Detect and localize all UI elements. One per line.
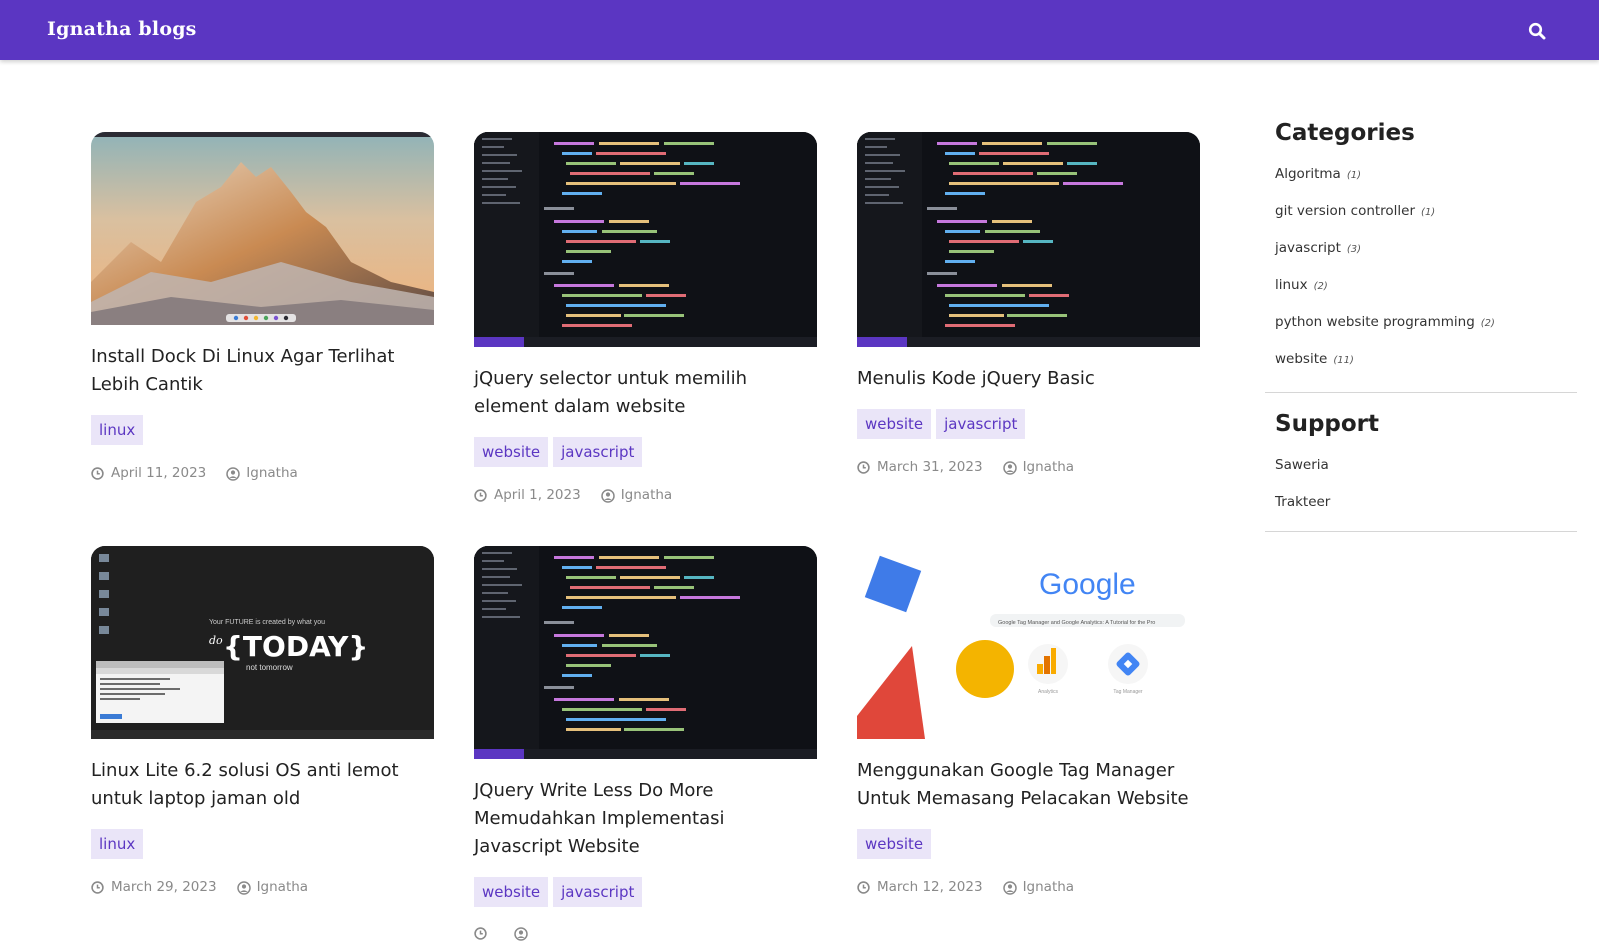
post-author[interactable]: Ignatha xyxy=(257,879,309,895)
post-thumbnail[interactable] xyxy=(474,546,817,759)
thumb-text-today: {TODAY} xyxy=(223,630,368,663)
tag-website[interactable]: website xyxy=(857,409,932,439)
post-title[interactable]: Menggunakan Google Tag Manager Untuk Mem… xyxy=(857,757,1200,813)
tag-javascript[interactable]: javascript xyxy=(553,877,643,907)
sidebar: Categories Algoritma (1) git version cont… xyxy=(1265,120,1577,532)
category-item-website[interactable]: website (11) xyxy=(1275,351,1577,388)
category-count: (1) xyxy=(1346,170,1362,181)
support-link-trakteer[interactable]: Trakteer xyxy=(1275,494,1577,531)
site-brand[interactable]: Ignatha blogs xyxy=(47,18,197,40)
user-icon xyxy=(236,880,251,895)
user-icon xyxy=(514,927,528,941)
support-list: Saweria Trakteer xyxy=(1265,457,1577,531)
support-heading: Support xyxy=(1275,411,1380,437)
category-count: (2) xyxy=(1313,281,1328,292)
tag-linux[interactable]: linux xyxy=(91,415,144,445)
user-icon xyxy=(1002,460,1017,475)
category-label[interactable]: linux xyxy=(1275,277,1308,293)
clock-icon xyxy=(474,488,487,502)
category-item-algoritma[interactable]: Algoritma (1) xyxy=(1275,166,1577,203)
category-label[interactable]: website xyxy=(1275,351,1327,367)
tag-javascript[interactable]: javascript xyxy=(936,409,1026,439)
post-card: jQuery selector untuk memilih element da… xyxy=(474,132,817,503)
thumb-text-line3: not tomorrow xyxy=(246,663,293,672)
category-item-git[interactable]: git version controller (1) xyxy=(1275,203,1577,240)
thumb-text-do: do xyxy=(209,634,223,647)
category-label[interactable]: python website programming xyxy=(1275,314,1475,330)
post-title[interactable]: Install Dock Di Linux Agar Terlihat Lebi… xyxy=(91,343,434,399)
category-label[interactable]: Algoritma xyxy=(1275,166,1341,182)
clock-icon xyxy=(91,880,104,894)
clock-icon xyxy=(91,466,104,480)
categories-list: Algoritma (1) git version controller (1) j… xyxy=(1265,166,1577,388)
post-author[interactable]: Ignatha xyxy=(1023,459,1075,475)
post-card: Google Google Tag Manager and Google Ana… xyxy=(857,546,1200,895)
analytics-label: Analytics xyxy=(1038,689,1059,695)
tag-javascript[interactable]: javascript xyxy=(553,437,643,467)
tag-manager-label: Tag Manager xyxy=(1113,689,1143,695)
top-navbar: Ignatha blogs xyxy=(0,0,1599,60)
category-count: (1) xyxy=(1421,207,1436,218)
category-label[interactable]: javascript xyxy=(1275,240,1341,256)
post-title[interactable]: jQuery selector untuk memilih element da… xyxy=(474,365,817,421)
post-date: April 11, 2023 xyxy=(111,465,207,481)
categories-heading: Categories xyxy=(1275,120,1415,146)
category-item-linux[interactable]: linux (2) xyxy=(1275,277,1577,314)
clock-icon xyxy=(857,460,870,474)
user-icon xyxy=(226,466,241,481)
post-date: March 29, 2023 xyxy=(111,879,217,895)
tag-linux[interactable]: linux xyxy=(91,829,144,859)
post-thumbnail[interactable] xyxy=(857,132,1200,347)
post-thumbnail[interactable] xyxy=(474,132,817,347)
category-label[interactable]: git version controller xyxy=(1275,203,1415,219)
user-icon xyxy=(1002,880,1017,895)
post-title[interactable]: Menulis Kode jQuery Basic xyxy=(857,365,1200,393)
search-icon[interactable] xyxy=(1528,22,1550,44)
user-icon xyxy=(600,488,615,503)
sidebar-divider xyxy=(1265,531,1577,532)
clock-icon xyxy=(857,880,870,894)
post-author[interactable]: Ignatha xyxy=(1023,879,1075,895)
post-thumbnail[interactable]: Google Google Tag Manager and Google Ana… xyxy=(857,546,1200,739)
category-count: (3) xyxy=(1346,244,1362,255)
thumb-text-line1: Your FUTURE is created by what you xyxy=(209,619,325,626)
post-thumbnail[interactable]: Your FUTURE is created by what you do {T… xyxy=(91,546,434,739)
clock-icon xyxy=(474,927,487,940)
google-search-text: Google Tag Manager and Google Analytics:… xyxy=(998,620,1155,626)
support-link-saweria[interactable]: Saweria xyxy=(1275,457,1577,494)
tag-website[interactable]: website xyxy=(857,829,932,859)
sidebar-divider xyxy=(1265,392,1577,393)
post-date: March 31, 2023 xyxy=(877,459,983,475)
category-item-javascript[interactable]: javascript (3) xyxy=(1275,240,1577,277)
category-item-python[interactable]: python website programming (2) xyxy=(1275,314,1577,351)
post-card: JQuery Write Less Do More Memudahkan Imp… xyxy=(474,546,817,941)
tag-website[interactable]: website xyxy=(474,877,549,907)
post-title[interactable]: Linux Lite 6.2 solusi OS anti lemot untu… xyxy=(91,757,434,813)
post-card: Menulis Kode jQuery Basic website javasc… xyxy=(857,132,1200,475)
post-card: Your FUTURE is created by what you do {T… xyxy=(91,546,434,895)
post-date: April 1, 2023 xyxy=(494,487,581,503)
post-title[interactable]: JQuery Write Less Do More Memudahkan Imp… xyxy=(474,777,817,861)
post-author[interactable]: Ignatha xyxy=(246,465,298,481)
post-date: March 12, 2023 xyxy=(877,879,983,895)
google-logo: Google xyxy=(1039,568,1136,601)
post-thumbnail[interactable] xyxy=(91,132,434,325)
category-count: (11) xyxy=(1333,355,1354,366)
category-count: (2) xyxy=(1480,318,1495,329)
tag-website[interactable]: website xyxy=(474,437,549,467)
post-card: Install Dock Di Linux Agar Terlihat Lebi… xyxy=(91,132,434,481)
post-author[interactable]: Ignatha xyxy=(621,487,673,503)
